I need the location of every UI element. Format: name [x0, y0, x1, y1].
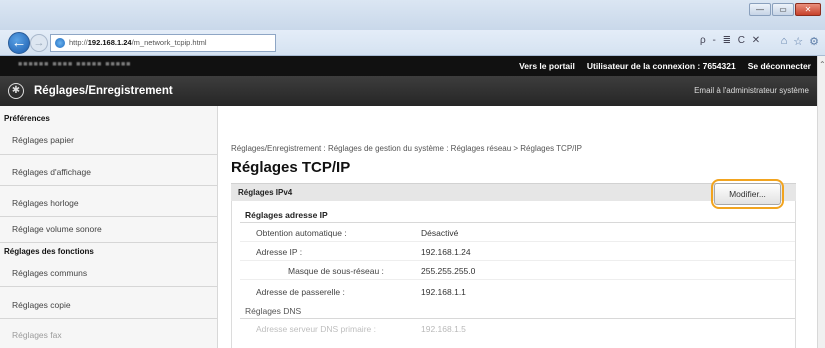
browser-title-bar: — ▭ ✕ [0, 0, 825, 30]
browser-nav-bar: ← → http://192.168.1.24/m_network_tcpip.… [0, 30, 825, 56]
dns-primary-value: 192.168.1.5 [421, 324, 466, 334]
minimize-button[interactable]: — [749, 3, 771, 16]
divider [0, 242, 217, 243]
divider [240, 318, 795, 319]
divider [240, 222, 795, 223]
close-window-button[interactable]: ✕ [795, 3, 821, 16]
login-user: Utilisateur de la connexion : 7654321 [587, 61, 736, 71]
sidebar: Préférences Réglages papier Réglages d'a… [0, 106, 218, 348]
dns-settings-heading: Réglages DNS [245, 306, 302, 316]
address-tools[interactable]: ρ - ≣ C ✕ [700, 35, 762, 46]
window-controls: — ▭ ✕ [749, 3, 821, 16]
sidebar-item-common[interactable]: Réglages communs [12, 268, 87, 278]
divider [0, 216, 217, 217]
sidebar-item-volume[interactable]: Réglage volume sonore [12, 224, 102, 234]
page-header: ■■■■■■ ■■■■ ■■■■■ ■■■■■ Vers le portail … [0, 56, 817, 76]
ip-settings-heading: Réglages adresse IP [245, 210, 328, 220]
subnet-mask-label: Masque de sous-réseau : [288, 266, 384, 276]
divider [0, 185, 217, 186]
app-title: Réglages/Enregistrement [34, 85, 173, 97]
divider [0, 318, 217, 319]
sidebar-item-display[interactable]: Réglages d'affichage [12, 167, 91, 177]
page-icon [55, 38, 65, 48]
header-links: Vers le portail Utilisateur de la connex… [519, 61, 811, 71]
admin-mail-link[interactable]: Email à l'administrateur système [694, 86, 809, 95]
page-scrollbar[interactable]: ⌃ [817, 56, 825, 348]
sidebar-item-paper[interactable]: Réglages papier [12, 135, 74, 145]
divider [0, 154, 217, 155]
favorites-star-icon[interactable]: ☆ [793, 35, 803, 48]
login-user-label: Utilisateur de la connexion : [586, 61, 701, 71]
scroll-up-icon[interactable]: ⌃ [819, 60, 825, 70]
auto-obtain-label: Obtention automatique : [256, 228, 347, 238]
gateway-value: 192.168.1.1 [421, 287, 466, 297]
address-bar[interactable]: http://192.168.1.24/m_network_tcpip.html [50, 34, 276, 52]
app-bar: ✱ Réglages/Enregistrement Email à l'admi… [0, 76, 817, 106]
forward-button[interactable]: → [30, 34, 48, 52]
breadcrumb: Réglages/Enregistrement : Réglages de ge… [231, 144, 582, 153]
sidebar-item-copy[interactable]: Réglages copie [12, 300, 71, 310]
sidebar-heading-preferences: Préférences [4, 114, 50, 123]
page-title: Réglages TCP/IP [231, 159, 351, 176]
auto-obtain-value: Désactivé [421, 228, 459, 238]
back-button[interactable]: ← [8, 32, 30, 54]
settings-gear-icon[interactable]: ⚙ [809, 35, 819, 48]
divider [240, 279, 795, 280]
dns-primary-label: Adresse serveur DNS primaire : [256, 324, 376, 334]
maximize-button[interactable]: ▭ [772, 3, 794, 16]
divider [0, 286, 217, 287]
divider [240, 260, 795, 261]
device-model-name: ■■■■■■ ■■■■ ■■■■■ ■■■■■ [18, 61, 132, 68]
url-prefix: http:// [69, 38, 88, 47]
portal-link[interactable]: Vers le portail [519, 61, 575, 71]
section-title: Réglages IPv4 [238, 188, 293, 197]
sidebar-item-fax[interactable]: Réglages fax [12, 330, 62, 340]
home-icon[interactable]: ⌂ [781, 35, 788, 48]
subnet-mask-value: 255.255.255.0 [421, 266, 476, 276]
divider [240, 241, 795, 242]
ip-address-value: 192.168.1.24 [421, 247, 471, 257]
logout-link[interactable]: Se déconnecter [748, 61, 811, 71]
url-path: /m_network_tcpip.html [131, 38, 207, 47]
url-host: 192.168.1.24 [87, 38, 132, 47]
sidebar-heading-functions: Réglages des fonctions [4, 247, 94, 256]
back-arrow-icon: ← [11, 34, 27, 51]
settings-registration-icon: ✱ [8, 83, 24, 99]
browser-tools: ⌂ ☆ ⚙ [781, 35, 819, 48]
forward-arrow-icon: → [33, 37, 45, 49]
login-user-id: 7654321 [702, 61, 736, 71]
modify-button[interactable]: Modifier... [714, 183, 781, 205]
ip-address-label: Adresse IP : [256, 247, 303, 257]
sidebar-item-clock[interactable]: Réglages horloge [12, 198, 79, 208]
gateway-label: Adresse de passerelle : [256, 287, 345, 297]
